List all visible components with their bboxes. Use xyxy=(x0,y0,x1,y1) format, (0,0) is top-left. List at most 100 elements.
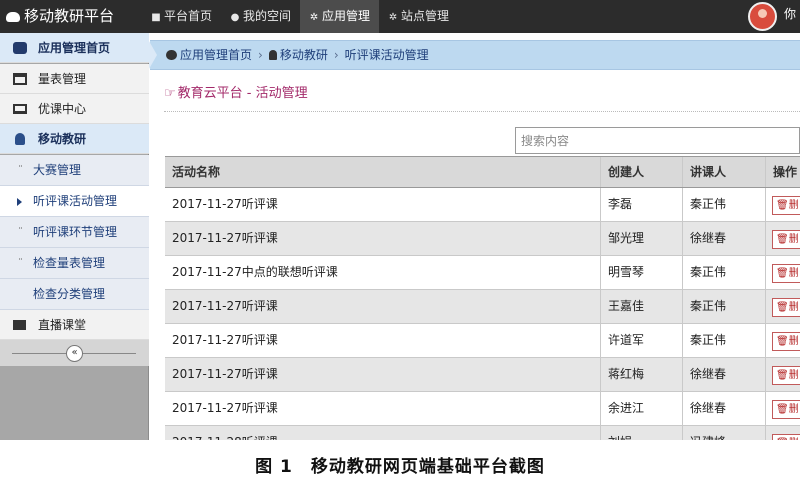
table-row[interactable]: 2017-11-27听评课 蒋红梅 徐继春 🗑删 xyxy=(165,358,800,392)
credit-card-icon xyxy=(13,73,27,85)
sidebar-item-label: 直播课堂 xyxy=(38,318,87,332)
search-input[interactable] xyxy=(515,127,800,154)
cell-activity-name: 2017-11-27听评课 xyxy=(172,401,278,415)
sidebar-subitem-lesson-step[interactable]: ¨ 听评课环节管理 xyxy=(0,217,149,248)
figure-caption-area: 图 1 移动教研网页端基础平台截图 xyxy=(0,440,800,483)
nav-site-management-label: 站点管理 xyxy=(401,9,450,23)
delete-button[interactable]: 🗑删 xyxy=(772,196,800,215)
nav-home-label: 平台首页 xyxy=(164,9,213,23)
cell-activity-name: 2017-11-27听评课 xyxy=(172,333,278,347)
cell-activity-name: 2017-11-27听评课 xyxy=(172,299,278,313)
activity-table: 活动名称 创建人 讲课人 操作 2017-11-27听评课 李磊 秦正伟 🗑删 … xyxy=(165,156,800,460)
breadcrumb-separator: › xyxy=(333,48,339,62)
sidebar-item-scale-management[interactable]: 量表管理 xyxy=(0,64,149,94)
table-header-row: 活动名称 创建人 讲课人 操作 xyxy=(165,157,800,188)
sidebar-item-label: 量表管理 xyxy=(38,72,87,86)
trash-icon: 🗑 xyxy=(776,234,789,245)
sidebar-subitem-contest[interactable]: ¨ 大赛管理 xyxy=(0,155,149,186)
cell-creator: 李磊 xyxy=(600,188,682,221)
sidebar-subitem-label: 检查量表管理 xyxy=(33,256,106,270)
cell-creator: 余进江 xyxy=(600,392,682,425)
dash-icon: ¨ xyxy=(18,165,23,176)
header-teacher[interactable]: 讲课人 xyxy=(682,157,765,187)
header-creator[interactable]: 创建人 xyxy=(600,157,682,187)
header-activity-name[interactable]: 活动名称 xyxy=(165,157,600,187)
sidebar-subitem-label: 听评课环节管理 xyxy=(33,225,118,239)
top-navbar: 移动教研平台 ■ 平台首页 ● 我的空间 ✲ 应用管理 ✲ 站点管理 你 xyxy=(0,0,800,33)
brand[interactable]: 移动教研平台 xyxy=(6,0,114,33)
user-icon xyxy=(15,133,25,145)
delete-label: 删 xyxy=(788,302,799,313)
dashboard-icon xyxy=(13,42,27,54)
nav-app-management[interactable]: ✲ 应用管理 xyxy=(300,0,380,33)
delete-button[interactable]: 🗑删 xyxy=(772,332,800,351)
cogs-icon: ✲ xyxy=(388,12,398,23)
cell-creator: 明雪琴 xyxy=(600,256,682,289)
table-row[interactable]: 2017-11-27听评课 李磊 秦正伟 🗑删 xyxy=(165,188,800,222)
user-icon xyxy=(268,50,277,60)
cell-creator: 许道军 xyxy=(600,324,682,357)
sidebar-subitem-label: 检查分类管理 xyxy=(33,287,106,301)
gear-icon: ✲ xyxy=(309,12,319,23)
cell-activity-name: 2017-11-27听评课 xyxy=(172,367,278,381)
delete-button[interactable]: 🗑删 xyxy=(772,298,800,317)
sidebar-item-live-class[interactable]: 直播课堂 xyxy=(0,310,149,340)
table-row[interactable]: 2017-11-27听评课 邹光理 徐继春 🗑删 xyxy=(165,222,800,256)
table-row[interactable]: 2017-11-27听评课 余进江 徐继春 🗑删 xyxy=(165,392,800,426)
brand-title: 移动教研平台 xyxy=(24,7,115,25)
sidebar-subitem-check-category[interactable]: 检查分类管理 xyxy=(0,279,149,310)
cell-teacher: 秦正伟 xyxy=(682,188,765,221)
delete-button[interactable]: 🗑删 xyxy=(772,366,800,385)
cell-operation: 🗑删 xyxy=(765,392,800,425)
delete-button[interactable]: 🗑删 xyxy=(772,230,800,249)
delete-label: 删 xyxy=(788,336,799,347)
breadcrumb-home[interactable]: 应用管理首页 xyxy=(180,48,252,62)
trash-icon: 🗑 xyxy=(776,336,789,347)
cell-operation: 🗑删 xyxy=(765,188,800,221)
sidebar-item-label: 移动教研 xyxy=(38,132,87,146)
nav-my-space[interactable]: ● 我的空间 xyxy=(221,0,300,33)
sidebar-item-course-center[interactable]: 优课中心 xyxy=(0,94,149,124)
cloud-icon xyxy=(6,12,20,22)
table-row[interactable]: 2017-11-27听评课 王嘉佳 秦正伟 🗑删 xyxy=(165,290,800,324)
dash-icon: ¨ xyxy=(18,227,23,238)
nav-app-management-label: 应用管理 xyxy=(322,9,371,23)
trash-icon: 🗑 xyxy=(776,268,789,279)
sidebar-subitem-check-scale[interactable]: ¨ 检查量表管理 xyxy=(0,248,149,279)
hand-pointer-icon: ☞ xyxy=(164,86,176,101)
nav-site-management[interactable]: ✲ 站点管理 xyxy=(379,0,458,33)
collapse-sidebar-button[interactable]: « xyxy=(66,345,83,362)
sidebar-subitem-label: 大赛管理 xyxy=(33,163,82,177)
cell-activity-name: 2017-11-27听评课 xyxy=(172,231,278,245)
trash-icon: 🗑 xyxy=(776,404,789,415)
delete-label: 删 xyxy=(788,200,799,211)
user-greeting[interactable]: 你 xyxy=(784,0,796,28)
trash-icon: 🗑 xyxy=(776,302,789,313)
sidebar-item-mobile-research[interactable]: 移动教研 xyxy=(0,124,149,154)
table-row[interactable]: 2017-11-27听评课 许道军 秦正伟 🗑删 xyxy=(165,324,800,358)
cell-teacher: 徐继春 xyxy=(682,392,765,425)
laptop-icon xyxy=(13,104,27,114)
breadcrumb-current: 听评课活动管理 xyxy=(344,48,429,62)
top-nav: ■ 平台首页 ● 我的空间 ✲ 应用管理 ✲ 站点管理 xyxy=(142,0,458,33)
avatar[interactable] xyxy=(748,2,777,31)
cell-teacher: 秦正伟 xyxy=(682,324,765,357)
car-icon: ■ xyxy=(151,12,161,23)
breadcrumb-section[interactable]: 移动教研 xyxy=(280,48,328,62)
breadcrumb-separator: › xyxy=(258,48,263,62)
cell-operation: 🗑删 xyxy=(765,324,800,357)
header-operation: 操作 xyxy=(765,157,800,187)
dash-icon: ¨ xyxy=(18,258,23,269)
sidebar-item-label: 应用管理首页 xyxy=(38,41,111,55)
cell-operation: 🗑删 xyxy=(765,222,800,255)
delete-button[interactable]: 🗑删 xyxy=(772,264,800,283)
divider xyxy=(164,111,800,112)
sidebar-subitem-lesson-activity[interactable]: 听评课活动管理 xyxy=(0,186,149,217)
nav-home[interactable]: ■ 平台首页 xyxy=(142,0,221,33)
delete-button[interactable]: 🗑删 xyxy=(772,400,800,419)
cell-teacher: 秦正伟 xyxy=(682,256,765,289)
delete-label: 删 xyxy=(788,234,799,245)
sidebar-subitem-label: 听评课活动管理 xyxy=(33,194,118,208)
table-row[interactable]: 2017-11-27中点的联想听评课 明雪琴 秦正伟 🗑删 xyxy=(165,256,800,290)
sidebar-item-app-home[interactable]: 应用管理首页 xyxy=(0,33,149,63)
